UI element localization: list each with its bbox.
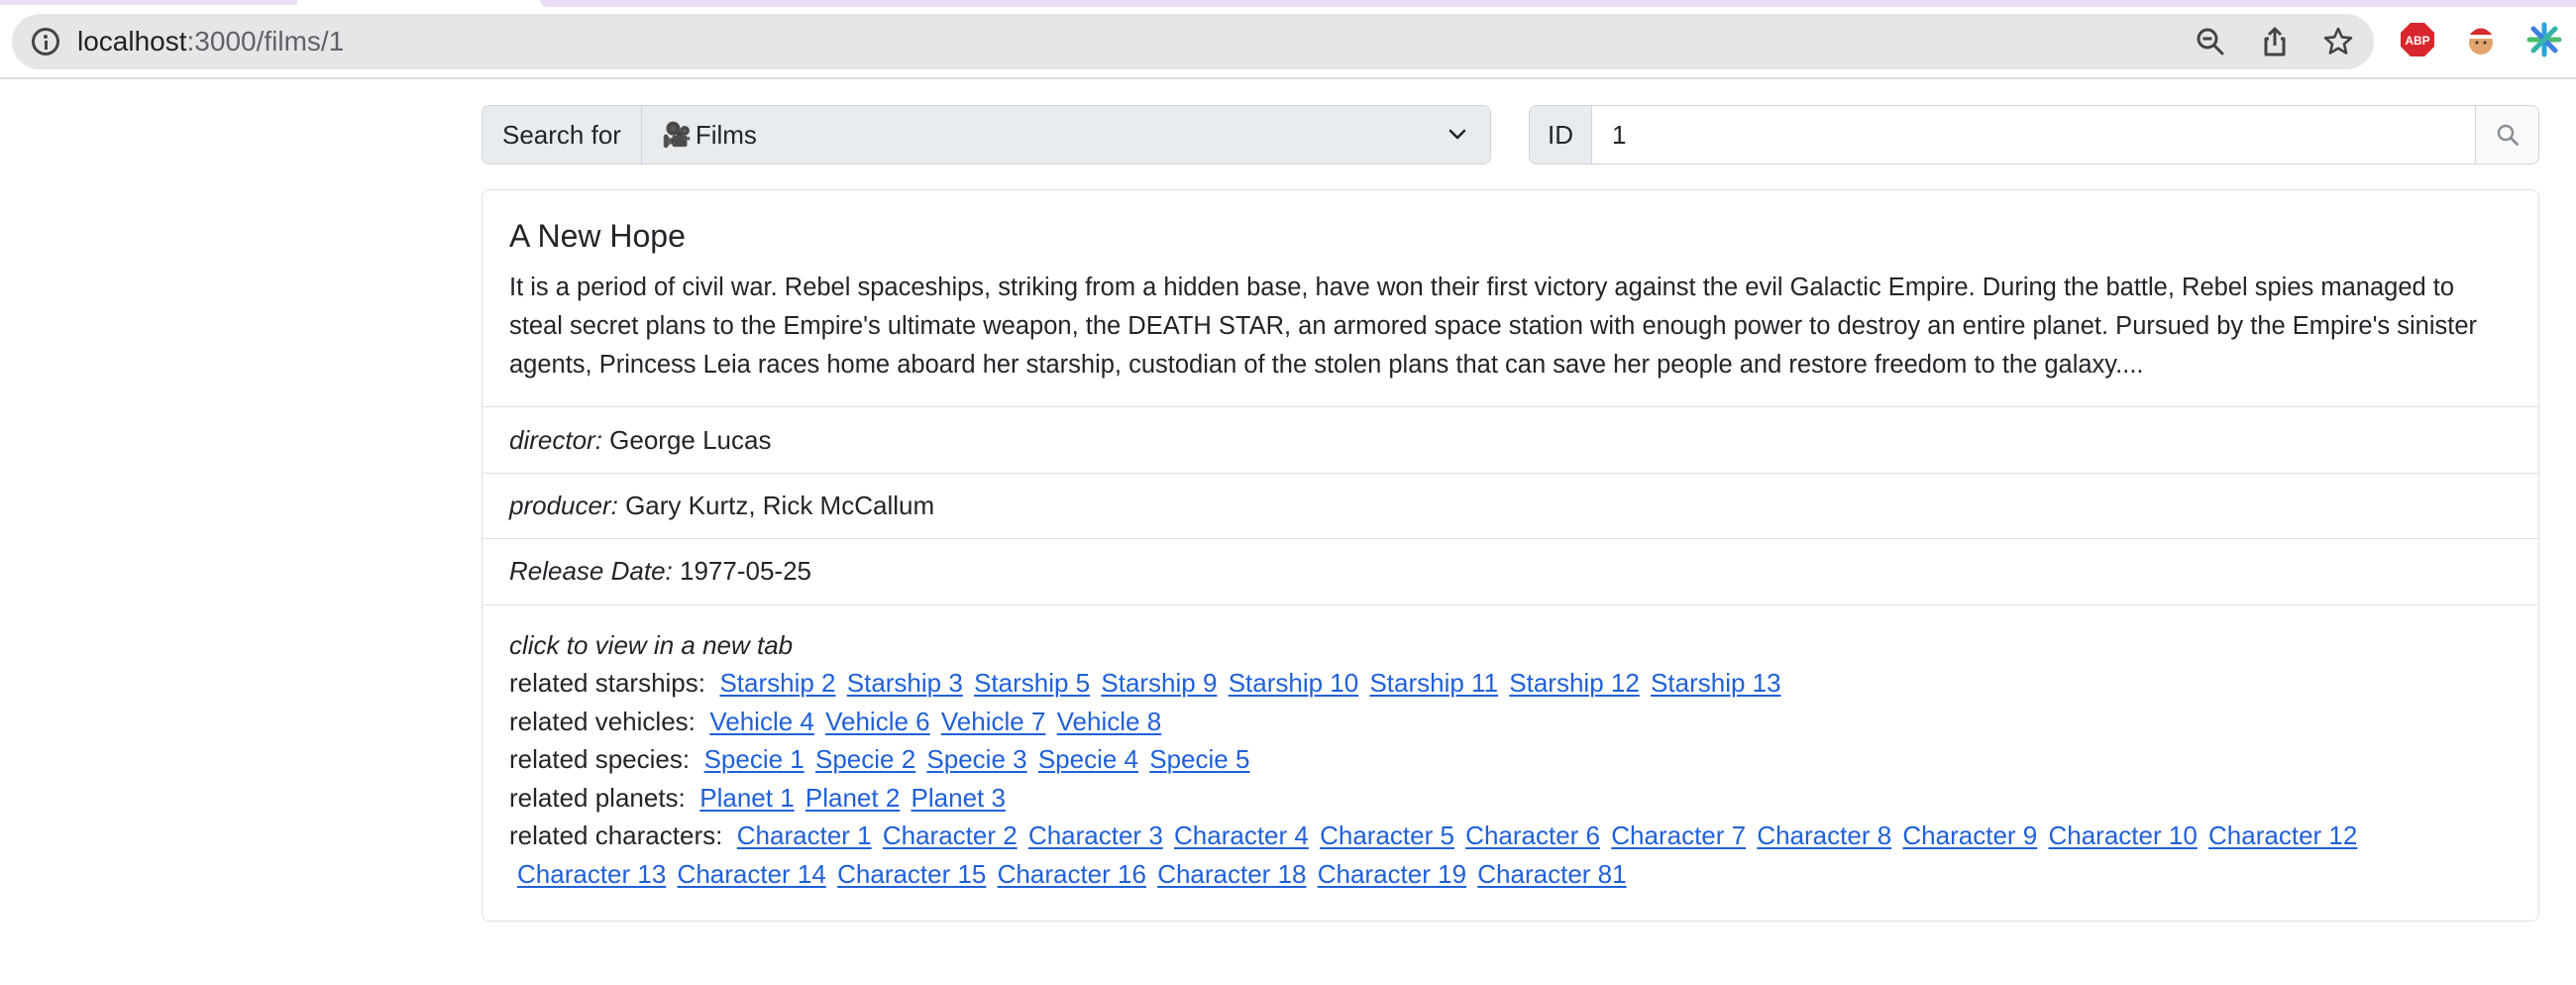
director-value: George Lucas [609, 425, 772, 455]
url-path: :3000/films/1 [186, 26, 345, 56]
starship-link[interactable]: Starship 9 [1101, 668, 1217, 698]
film-title: A New Hope [509, 218, 686, 254]
character-link[interactable]: Character 7 [1611, 821, 1746, 850]
specie-link[interactable]: Specie 5 [1149, 744, 1249, 774]
film-card: A New Hope It is a period of civil war. … [482, 189, 2539, 922]
search-button[interactable] [2475, 106, 2538, 164]
character-link[interactable]: Character 6 [1465, 821, 1600, 850]
character-link[interactable]: Character 1 [737, 821, 872, 850]
character-link[interactable]: Character 81 [1477, 859, 1626, 889]
related-starships: related starships: Starship 2 Starship 3… [509, 664, 2521, 703]
id-label: ID [1530, 106, 1592, 164]
character-link[interactable]: Character 19 [1318, 859, 1466, 889]
related-species-label: related species: [509, 744, 691, 774]
release-date-label: Release Date: [509, 556, 673, 586]
starship-link[interactable]: Starship 11 [1369, 668, 1498, 698]
specie-link[interactable]: Specie 4 [1038, 744, 1138, 774]
category-select[interactable]: 🎥 Films [641, 106, 1490, 164]
search-for-label: Search for [483, 106, 642, 164]
planet-link[interactable]: Planet 3 [912, 783, 1006, 813]
category-value: Films [695, 119, 757, 150]
site-info-icon[interactable] [32, 28, 59, 55]
related-characters-continued: Character 13 Character 14 Character 15 C… [509, 855, 2521, 894]
character-link[interactable]: Character 8 [1757, 821, 1891, 850]
address-bar[interactable]: localhost:3000/films/1 [12, 14, 2374, 69]
related-characters-label: related characters: [509, 821, 723, 850]
release-date-value: 1977-05-25 [680, 556, 811, 586]
starship-link[interactable]: Starship 13 [1651, 668, 1781, 698]
related-characters: related characters: Character 1 Characte… [509, 817, 2521, 855]
url-text[interactable]: localhost:3000/films/1 [77, 26, 344, 57]
character-link[interactable]: Character 13 [517, 859, 666, 889]
sparkle-extension-icon[interactable] [2526, 22, 2562, 57]
santa-extension-icon[interactable] [2463, 22, 2499, 57]
planet-link[interactable]: Planet 1 [699, 783, 794, 813]
share-icon[interactable] [2259, 26, 2291, 57]
related-vehicles: related vehicles: Vehicle 4 Vehicle 6 Ve… [509, 703, 2521, 741]
film-summary: A New Hope It is a period of civil war. … [483, 190, 2538, 407]
character-link[interactable]: Character 14 [678, 859, 826, 889]
browser-toolbar: localhost:3000/films/1 ABP [0, 0, 2576, 79]
starship-link[interactable]: Starship 10 [1229, 668, 1359, 698]
character-link[interactable]: Character 18 [1157, 859, 1306, 889]
svg-text:ABP: ABP [2405, 34, 2429, 48]
producer-label: producer: [509, 491, 618, 520]
specie-link[interactable]: Specie 1 [704, 744, 805, 774]
starship-link[interactable]: Starship 12 [1509, 668, 1640, 698]
starship-link[interactable]: Starship 3 [847, 668, 963, 698]
planet-link[interactable]: Planet 2 [805, 783, 900, 813]
starship-link[interactable]: Starship 2 [719, 668, 835, 698]
url-host: localhost [77, 26, 187, 56]
opening-crawl: It is a period of civil war. Rebel space… [509, 274, 2478, 379]
director-row: director: George Lucas [483, 407, 2538, 474]
character-link[interactable]: Character 5 [1320, 821, 1454, 850]
related-species: related species: Specie 1 Specie 2 Speci… [509, 740, 2521, 779]
character-link[interactable]: Character 3 [1028, 821, 1163, 850]
new-tab-hint: click to view in a new tab [509, 630, 794, 660]
id-input[interactable] [1592, 106, 2475, 164]
character-link[interactable]: Character 12 [2208, 821, 2357, 850]
release-date-row: Release Date: 1977-05-25 [483, 539, 2538, 605]
zoom-out-icon[interactable] [2195, 26, 2226, 57]
character-link[interactable]: Character 15 [837, 859, 986, 889]
search-icon [2497, 124, 2519, 146]
related-links: click to view in a new tab related stars… [509, 626, 2521, 893]
vehicle-link[interactable]: Vehicle 8 [1057, 707, 1162, 736]
producer-value: Gary Kurtz, Rick McCallum [625, 491, 935, 520]
related-vehicles-label: related vehicles: [509, 706, 696, 736]
character-link[interactable]: Character 4 [1174, 821, 1309, 850]
id-input-group: ID [1529, 105, 2539, 164]
category-select-group: Search for 🎥 Films [482, 105, 1491, 164]
abp-extension-icon[interactable]: ABP [2400, 22, 2435, 57]
vehicle-link[interactable]: Vehicle 7 [941, 707, 1046, 736]
character-link[interactable]: Character 2 [883, 821, 1018, 850]
tab-strip [0, 0, 2576, 8]
camera-icon: 🎥 [661, 121, 692, 149]
starship-link[interactable]: Starship 5 [974, 668, 1090, 698]
vehicle-link[interactable]: Vehicle 4 [709, 707, 814, 736]
character-link[interactable]: Character 9 [1902, 821, 2037, 850]
director-label: director: [509, 425, 602, 455]
related-planets-label: related planets: [509, 782, 686, 813]
specie-link[interactable]: Specie 2 [815, 744, 915, 774]
search-form: Search for 🎥 Films ID [482, 105, 2539, 164]
related-starships-label: related starships: [509, 668, 705, 698]
character-link[interactable]: Character 10 [2048, 821, 2197, 850]
chevron-down-icon [1449, 129, 1466, 140]
vehicle-link[interactable]: Vehicle 6 [825, 707, 930, 736]
bookmark-star-icon[interactable] [2322, 26, 2354, 57]
related-planets: related planets: Planet 1 Planet 2 Plane… [509, 779, 2521, 818]
character-link[interactable]: Character 16 [998, 859, 1146, 889]
specie-link[interactable]: Specie 3 [926, 744, 1026, 774]
producer-row: producer: Gary Kurtz, Rick McCallum [483, 474, 2538, 539]
